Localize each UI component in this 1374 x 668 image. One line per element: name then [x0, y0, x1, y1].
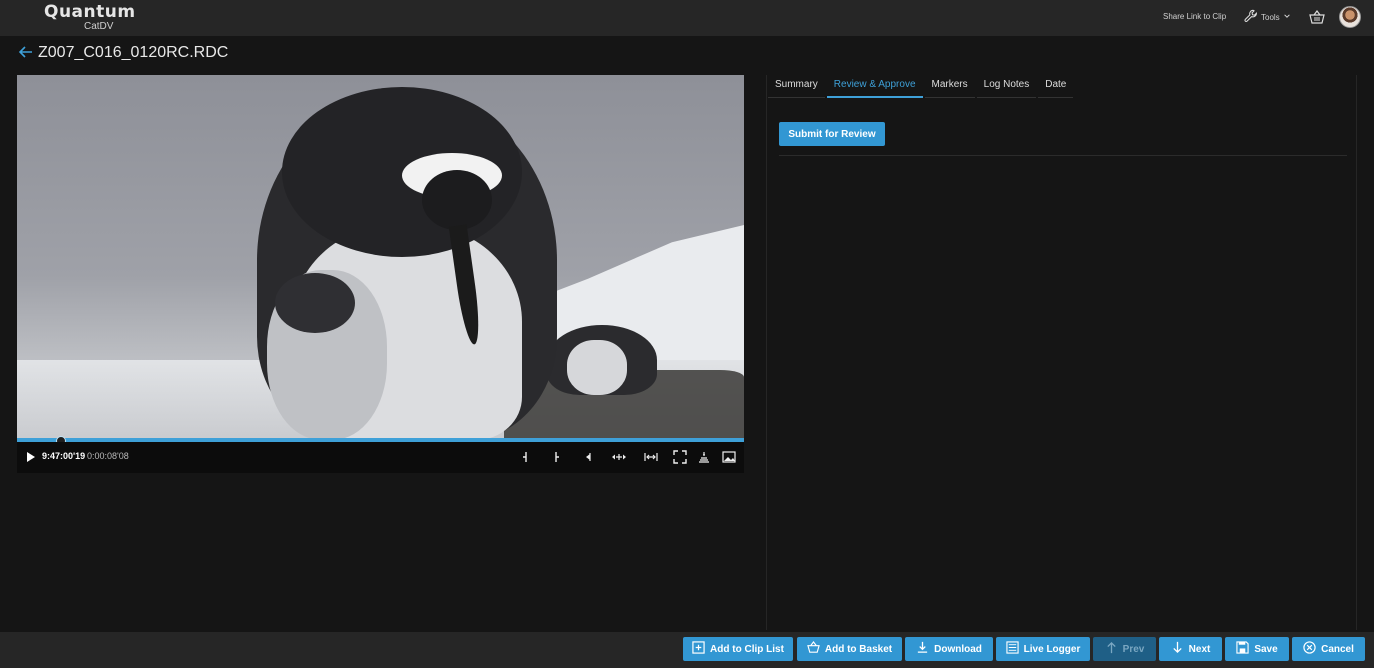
top-bar: Quantum CatDV Share Link to Clip Tools	[0, 0, 1374, 36]
player-controls: 9:47:00'19 0:00:08'08	[17, 442, 744, 473]
submit-for-review-button[interactable]: Submit for Review	[779, 122, 885, 146]
goto-in-icon[interactable]	[580, 449, 596, 465]
logo-brand: Quantum	[44, 2, 136, 22]
arrow-down-icon	[1171, 641, 1184, 657]
user-avatar[interactable]	[1339, 6, 1361, 28]
tab-review-approve[interactable]: Review & Approve	[826, 75, 923, 98]
mark-in-icon[interactable]	[517, 449, 533, 465]
save-button[interactable]: Save	[1225, 637, 1289, 661]
clear-in-out-icon[interactable]	[643, 449, 659, 465]
cancel-button[interactable]: Cancel	[1292, 637, 1365, 661]
arrow-up-icon	[1105, 641, 1118, 657]
add-to-basket-label: Add to Basket	[824, 643, 893, 655]
audio-levels-icon[interactable]	[696, 449, 712, 465]
next-button[interactable]: Next	[1159, 637, 1222, 661]
basket-icon	[807, 641, 820, 657]
add-to-basket-button[interactable]: Add to Basket	[797, 637, 902, 661]
tab-date[interactable]: Date	[1038, 75, 1074, 98]
detail-tabs: Summary Review & Approve Markers Log Not…	[768, 75, 1075, 98]
clip-title: Z007_C016_0120RC.RDC	[38, 44, 229, 61]
tab-summary[interactable]: Summary	[768, 75, 825, 98]
logo-sub: CatDV	[84, 21, 114, 32]
prev-button[interactable]: Prev	[1093, 637, 1156, 661]
video-penguin-eye-patch-inner	[422, 170, 492, 230]
download-label: Download	[934, 643, 982, 655]
share-link-button[interactable]: Share Link to Clip	[1163, 12, 1226, 21]
section-divider	[779, 155, 1347, 156]
prev-label: Prev	[1122, 643, 1145, 655]
tools-menu[interactable]: Tools	[1244, 8, 1291, 26]
play-icon[interactable]	[27, 452, 35, 462]
tab-markers[interactable]: Markers	[924, 75, 975, 98]
list-icon	[1006, 641, 1019, 657]
panel-divider	[766, 75, 767, 630]
panel-divider-right	[1356, 75, 1357, 630]
video-background-penguin-belly	[567, 340, 627, 395]
cancel-label: Cancel	[1321, 643, 1354, 655]
bottom-action-bar: Add to Clip List Add to Basket Download …	[0, 632, 1374, 668]
add-to-clip-list-label: Add to Clip List	[710, 643, 784, 655]
quantum-catdv-logo[interactable]: Quantum CatDV	[44, 2, 154, 34]
basket-icon[interactable]	[1309, 10, 1325, 24]
download-button[interactable]: Download	[905, 637, 993, 661]
tab-log-notes[interactable]: Log Notes	[976, 75, 1037, 98]
tools-label: Tools	[1261, 12, 1280, 22]
save-icon	[1236, 641, 1249, 657]
live-logger-label: Live Logger	[1023, 643, 1081, 655]
timecode: 9:47:00'19	[42, 451, 86, 461]
cancel-circle-icon	[1303, 641, 1316, 657]
download-icon	[916, 641, 929, 657]
snapshot-image-icon[interactable]	[721, 449, 737, 465]
play-in-to-out-icon[interactable]	[611, 449, 627, 465]
position-timecode: 0:00:08'08	[87, 451, 129, 461]
live-logger-button[interactable]: Live Logger	[996, 637, 1090, 661]
fullscreen-icon[interactable]	[672, 449, 688, 465]
add-to-clip-list-button[interactable]: Add to Clip List	[683, 637, 793, 661]
mark-out-icon[interactable]	[549, 449, 565, 465]
video-chick-head	[275, 273, 355, 333]
next-label: Next	[1188, 643, 1211, 655]
wrench-icon	[1244, 9, 1258, 25]
save-label: Save	[1254, 643, 1278, 655]
back-arrow-icon[interactable]	[18, 44, 34, 60]
video-frame[interactable]	[17, 75, 744, 440]
chevron-down-icon	[1283, 12, 1291, 22]
add-box-icon	[692, 641, 705, 657]
